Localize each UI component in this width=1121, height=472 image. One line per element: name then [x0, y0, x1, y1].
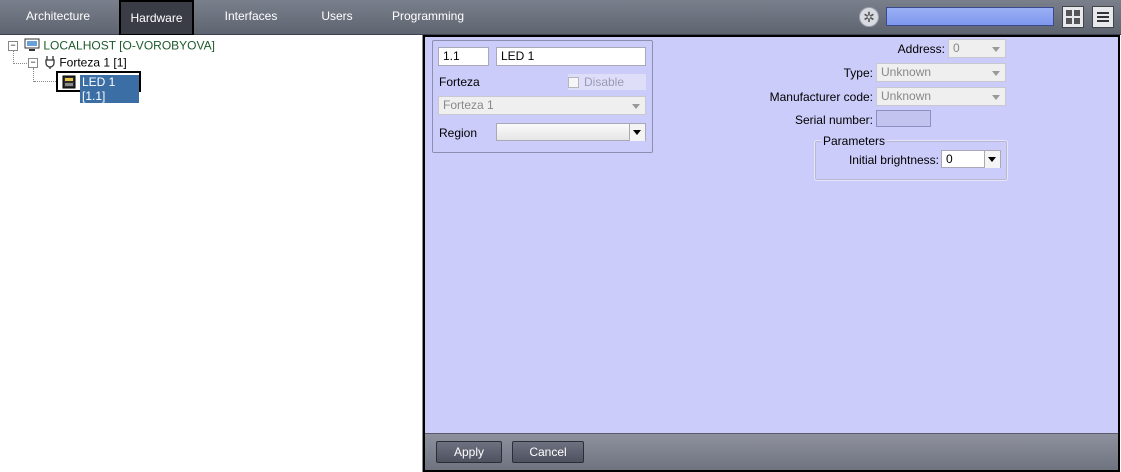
initial-brightness-value: 0	[946, 152, 953, 166]
manufacturer-code-value: Unknown	[881, 89, 932, 103]
chevron-down-icon	[992, 47, 1000, 52]
search-input[interactable]	[886, 7, 1054, 26]
disable-label: Disable	[584, 75, 625, 89]
serial-number-field[interactable]	[876, 110, 931, 127]
parent-device-select: Forteza 1	[438, 96, 646, 115]
manufacturer-code-select: Unknown	[876, 87, 1006, 106]
chevron-down-icon	[632, 104, 640, 109]
top-menu-bar: Architecture Hardware Interfaces Users P…	[0, 0, 1121, 36]
initial-brightness-select[interactable]: 0	[941, 150, 1001, 168]
tree-node-led[interactable]: LED 1 [1.1]	[56, 71, 141, 103]
manufacturer-code-label: Manufacturer code:	[769, 90, 873, 104]
initial-brightness-label: Initial brightness:	[848, 153, 939, 167]
address-label: Address:	[897, 42, 945, 56]
type-label: Type:	[843, 66, 873, 80]
parent-device-value: Forteza 1	[443, 98, 494, 112]
region-label: Region	[439, 126, 478, 140]
object-name-field[interactable]: LED 1	[496, 47, 646, 66]
type-value: Unknown	[881, 65, 932, 79]
object-id-field[interactable]: 1.1	[438, 47, 489, 66]
led-device-icon	[62, 75, 76, 92]
tree-node-label: LOCALHOST [O-VOROBYOVA]	[43, 38, 215, 53]
tab-hardware[interactable]: Hardware	[119, 0, 194, 36]
menu-lines-icon[interactable]	[1092, 6, 1114, 28]
region-select[interactable]	[496, 123, 646, 141]
chevron-down-icon	[992, 71, 1000, 76]
object-card: 1.1 LED 1 Forteza Disable Forteza 1 Regi…	[432, 40, 653, 153]
settings-icon[interactable]: ✲	[859, 7, 879, 27]
tab-architecture[interactable]: Architecture	[18, 0, 98, 34]
object-type-label: Forteza	[439, 75, 480, 89]
device-plug-icon	[44, 55, 56, 72]
tab-users[interactable]: Users	[314, 0, 360, 34]
collapse-controller-icon[interactable]: −	[28, 58, 38, 68]
tree-node-localhost[interactable]: LOCALHOST [O-VOROBYOVA]	[24, 38, 215, 55]
computer-icon	[24, 38, 40, 55]
layout-grid-icon[interactable]	[1062, 6, 1084, 28]
type-select: Unknown	[876, 63, 1006, 82]
cancel-button[interactable]: Cancel	[512, 441, 584, 463]
tab-interfaces[interactable]: Interfaces	[218, 0, 284, 34]
apply-button[interactable]: Apply	[436, 441, 502, 463]
tree-node-forteza[interactable]: Forteza 1 [1]	[44, 55, 127, 72]
chevron-down-icon	[629, 124, 645, 141]
serial-number-label: Serial number:	[794, 113, 873, 127]
action-bar: Apply Cancel	[425, 433, 1118, 470]
parameters-title: Parameters	[821, 134, 888, 148]
address-select: 0	[948, 39, 1006, 58]
address-value: 0	[953, 41, 960, 55]
tab-programming[interactable]: Programming	[388, 0, 468, 34]
parameters-group: Parameters Initial brightness: 0	[814, 134, 1008, 181]
properties-panel: 1.1 LED 1 Forteza Disable Forteza 1 Regi…	[423, 35, 1120, 472]
collapse-root-icon[interactable]: −	[8, 41, 18, 51]
hardware-tree: − LOCALHOST [O-VOROBYOVA] − Forteza 1 [1…	[0, 35, 423, 472]
tree-node-label: LED 1 [1.1]	[80, 75, 139, 103]
chevron-down-icon	[984, 151, 1000, 168]
chevron-down-icon	[992, 95, 1000, 100]
tree-node-label: Forteza 1 [1]	[59, 55, 127, 70]
disable-checkbox[interactable]	[568, 77, 579, 88]
